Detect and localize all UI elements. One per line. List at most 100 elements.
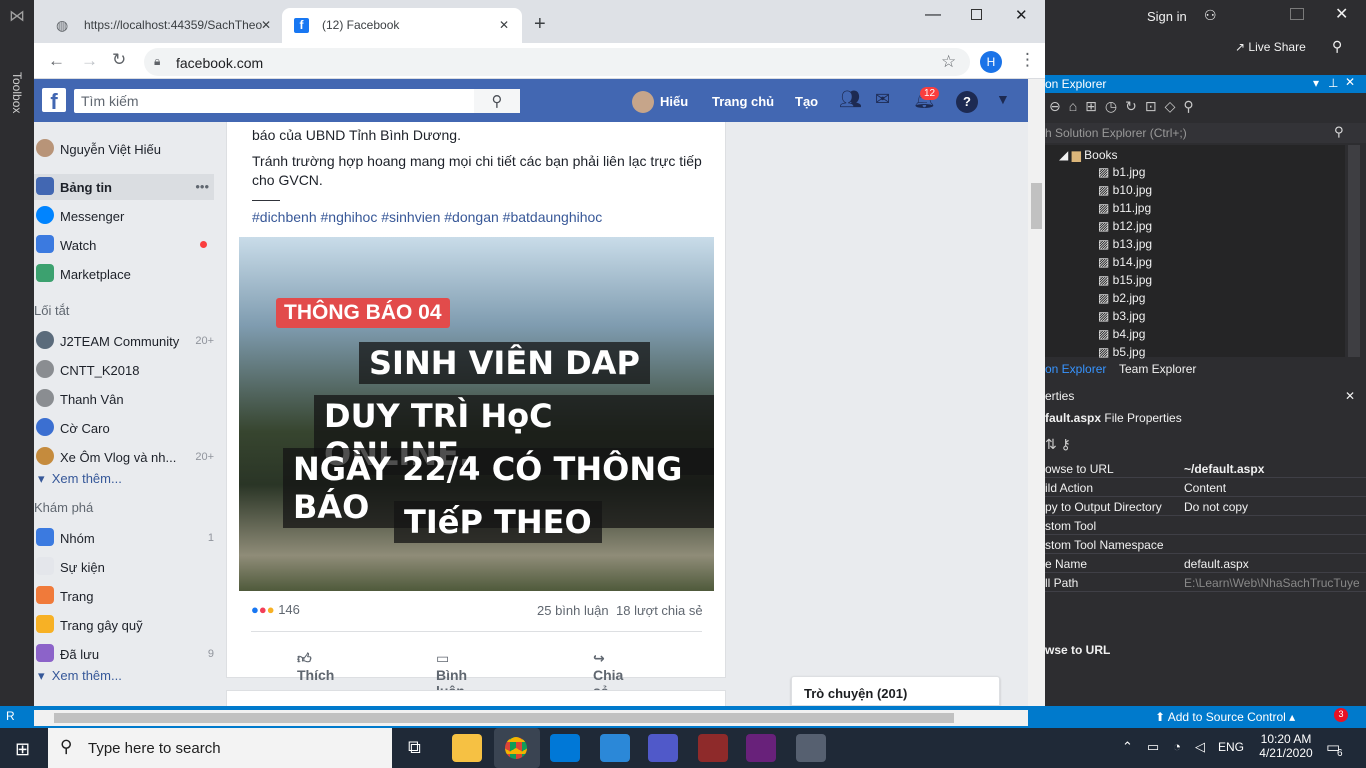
system-tray-icons[interactable]: ⌃▭◔◁ — [1122, 739, 1219, 755]
winrar-icon[interactable] — [698, 734, 728, 762]
horizontal-scrollbar[interactable] — [34, 710, 1028, 726]
tab-facebook[interactable]: f (12) Facebook ✕ — [282, 8, 522, 43]
close-tab-icon[interactable]: ✕ — [261, 18, 271, 32]
property-row[interactable]: py to Output Directory Do not copy — [1045, 497, 1366, 516]
see-more-explore-link[interactable]: ▾ Xem thêm... — [38, 668, 122, 684]
chevron-down-icon[interactable]: ▼ — [996, 91, 1010, 107]
create-link[interactable]: Tạo — [795, 94, 818, 109]
post-hashtags[interactable]: #dichbenh #nghihoc #sinhvien #dongan #ba… — [252, 208, 602, 227]
tree-file-item[interactable]: ▨ b11.jpg — [1098, 201, 1151, 215]
dropdown-icon[interactable]: ▾ — [1313, 76, 1319, 90]
user-icon[interactable]: ⚇ — [1204, 7, 1217, 24]
share-count[interactable]: 18 lượt chia sẻ — [616, 603, 703, 618]
windows-start-icon[interactable]: ⊞ — [15, 739, 30, 760]
clock[interactable]: 10:20 AM 4/21/2020 — [1256, 732, 1316, 760]
new-tab-button[interactable]: + — [534, 13, 546, 36]
tree-file-item[interactable]: ▨ b13.jpg — [1098, 237, 1152, 251]
tree-file-item[interactable]: ▨ b3.jpg — [1098, 309, 1145, 323]
tab-localhost[interactable]: ◍ https://localhost:44359/SachTheo ✕ — [44, 8, 280, 43]
sidebar-item-explore[interactable]: Nhóm 1 — [34, 525, 214, 551]
tab-solution-explorer[interactable]: on Explorer — [1045, 362, 1106, 376]
back-icon[interactable]: ← — [48, 51, 65, 71]
minimize-icon[interactable]: — — [925, 6, 941, 24]
tree-file-item[interactable]: ▨ b2.jpg — [1098, 291, 1145, 305]
scroll-thumb[interactable] — [1031, 183, 1042, 229]
task-view-icon[interactable]: ⧉ — [402, 734, 432, 762]
vertical-scrollbar[interactable] — [1028, 79, 1045, 706]
sidebar-item-shortcut[interactable]: Xe Ôm Vlog và nh... 20+ — [34, 444, 214, 470]
tree-folder-books[interactable]: ◢ ▆ Books — [1059, 148, 1118, 162]
property-row[interactable]: e Name default.aspx — [1045, 554, 1366, 573]
sidebar-item-shortcut[interactable]: Cờ Caro — [34, 415, 214, 441]
properties-object-selector[interactable]: fault.aspx File Properties — [1045, 411, 1366, 431]
tree-file-item[interactable]: ▨ b4.jpg — [1098, 327, 1145, 341]
more-options-icon[interactable]: ••• — [195, 179, 209, 194]
menu-icon[interactable]: ⋮ — [1019, 50, 1036, 70]
property-row[interactable]: stom Tool Namespace — [1045, 535, 1366, 554]
home-link[interactable]: Trang chủ — [712, 94, 774, 109]
chat-tab[interactable]: Trò chuyện (201) — [791, 676, 1000, 706]
messenger-icon[interactable]: ✉ — [875, 89, 890, 110]
solution-search-input[interactable]: h Solution Explorer (Ctrl+;) — [1045, 123, 1366, 143]
tree-file-item[interactable]: ▨ b15.jpg — [1098, 273, 1152, 287]
teams-icon[interactable] — [648, 734, 678, 762]
tree-file-item[interactable]: ▨ b10.jpg — [1098, 183, 1152, 197]
chrome-taskbar-button[interactable] — [494, 728, 540, 768]
post-image[interactable]: THÔNG BÁO 04 SINH VIÊN DAP DUY TRÌ HọC O… — [239, 237, 714, 591]
sidebar-item-messenger[interactable]: Messenger — [34, 203, 214, 229]
close-window-icon[interactable]: ✕ — [1015, 6, 1028, 24]
tree-scrollbar[interactable] — [1348, 145, 1360, 357]
property-row[interactable]: ll Path E:\Learn\Web\NhaSachTrucTuye — [1045, 573, 1366, 592]
reload-icon[interactable]: ↻ — [112, 50, 126, 70]
properties-toolbar[interactable]: ⇅ ⚷ — [1045, 433, 1366, 459]
scroll-thumb[interactable] — [54, 713, 954, 723]
tab-team-explorer[interactable]: Team Explorer — [1119, 362, 1196, 376]
tool-icon[interactable] — [796, 734, 826, 762]
see-more-shortcuts-link[interactable]: ▾ Xem thêm... — [38, 471, 122, 487]
profile-nav-item[interactable]: Nguyễn Việt Hiếu — [34, 136, 214, 162]
tree-file-item[interactable]: ▨ b5.jpg — [1098, 345, 1145, 359]
sidebar-item-explore[interactable]: Trang gây quỹ — [34, 612, 214, 638]
sidebar-item-watch[interactable]: Watch — [34, 232, 214, 258]
tree-file-item[interactable]: ▨ b1.jpg — [1098, 165, 1145, 179]
sidebar-item-explore[interactable]: Đã lưu 9 — [34, 641, 214, 667]
reaction-summary[interactable]: ●●● 146 — [251, 602, 300, 617]
sidebar-item-shortcut[interactable]: Thanh Vân — [34, 386, 214, 412]
sidebar-item-explore[interactable]: Sự kiện — [34, 554, 214, 580]
maximize-icon[interactable] — [971, 9, 982, 20]
sidebar-item-marketplace[interactable]: Marketplace — [34, 261, 214, 287]
property-row[interactable]: owse to URL ~/default.aspx — [1045, 459, 1366, 478]
toolbox-tab[interactable]: Toolbox — [10, 72, 24, 113]
star-icon[interactable]: ☆ — [941, 52, 956, 72]
profile-link[interactable]: Hiếu — [660, 94, 688, 109]
help-icon[interactable]: ? — [956, 91, 978, 113]
taskbar-search[interactable]: ⚲ Type here to search — [48, 728, 392, 768]
file-explorer-icon[interactable] — [452, 734, 482, 762]
close-tab-icon[interactable]: ✕ — [499, 18, 509, 32]
notification-badge[interactable]: 3 — [1334, 708, 1348, 722]
add-source-control-button[interactable]: ⬆ Add to Source Control ▴ — [1155, 710, 1295, 724]
friends-icon[interactable]: 👥︎ — [839, 89, 862, 110]
forward-icon[interactable]: → — [81, 51, 98, 71]
live-share-button[interactable]: ↗ Live Share — [1235, 40, 1306, 54]
sidebar-item-shortcut[interactable]: J2TEAM Community 20+ — [34, 328, 214, 354]
pin-icon[interactable]: ⊥ — [1328, 76, 1338, 90]
feedback-icon[interactable]: ⚲ — [1332, 38, 1342, 55]
search-input[interactable]: Tìm kiếm — [74, 89, 520, 113]
app-icon[interactable] — [600, 734, 630, 762]
tree-file-item[interactable]: ▨ b14.jpg — [1098, 255, 1152, 269]
store-icon[interactable] — [550, 734, 580, 762]
property-row[interactable]: ild Action Content — [1045, 478, 1366, 497]
url-field[interactable]: 🔒︎ facebook.com ☆ — [144, 48, 970, 76]
search-button[interactable]: ⚲ — [474, 89, 520, 113]
visual-studio-icon[interactable] — [746, 734, 776, 762]
tree-file-item[interactable]: ▨ b12.jpg — [1098, 219, 1152, 233]
profile-avatar[interactable]: H — [980, 51, 1002, 73]
sidebar-item-explore[interactable]: Trang — [34, 583, 214, 609]
like-button[interactable]: 👍︎ Thích — [297, 650, 334, 683]
property-row[interactable]: stom Tool — [1045, 516, 1366, 535]
comment-count[interactable]: 25 bình luận — [537, 603, 609, 618]
avatar[interactable] — [632, 91, 654, 113]
close-properties-icon[interactable]: ✕ — [1345, 389, 1355, 403]
close-panel-icon[interactable]: ✕ — [1345, 75, 1355, 89]
